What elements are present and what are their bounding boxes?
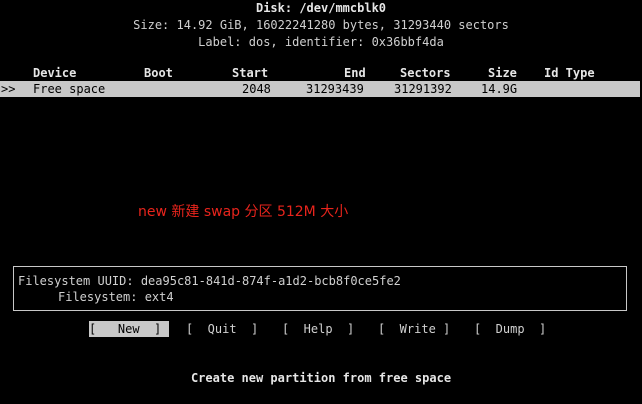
column-header-sectors: Sectors [400,66,451,80]
row-start: 2048 [242,82,271,96]
disk-size-info: Size: 14.92 GiB, 16022241280 bytes, 3129… [133,18,509,32]
column-header-end: End [344,66,366,80]
annotation-text: new 新建 swap 分区 512M 大小 [138,204,349,220]
column-header-device: Device [33,66,77,80]
selection-cursor: >> [1,82,16,96]
status-hint: Create new partition from free space [190,371,452,385]
column-header-boot: Boot [144,66,173,80]
disk-title: Disk: /dev/mmcblk0 [255,1,387,15]
filesystem-uuid: Filesystem UUID: dea95c81-841d-874f-a1d2… [18,274,401,288]
menu-write-button[interactable]: [ Write ] [378,321,450,337]
row-size: 14.9G [481,82,518,96]
filesystem-type: Filesystem: ext4 [58,290,174,304]
table-row[interactable]: >> Free space 2048 31293439 31291392 14.… [0,81,640,97]
disk-label-info: Label: dos, identifier: 0x36bbf4da [198,35,444,49]
row-sectors: 31291392 [394,82,452,96]
row-device: Free space [33,82,106,96]
column-header-size: Size [488,66,517,80]
menu-quit-button[interactable]: [ Quit ] [186,321,258,337]
column-header-start: Start [232,66,269,80]
row-end: 31293439 [306,82,364,96]
menu-new-button[interactable]: [ New ] [89,321,169,337]
column-header-id-type: Id Type [544,66,595,80]
menu-help-button[interactable]: [ Help ] [282,321,354,337]
menu-dump-button[interactable]: [ Dump ] [474,321,546,337]
